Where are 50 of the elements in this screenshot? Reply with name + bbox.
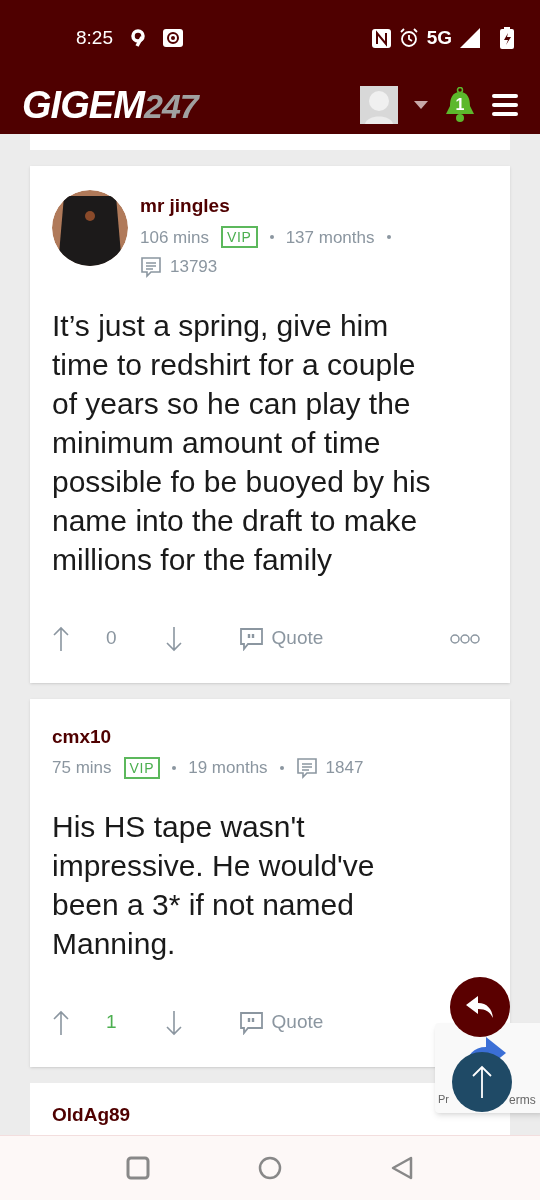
user-avatar[interactable]	[52, 190, 128, 266]
dot-separator	[269, 235, 274, 240]
arrow-up-icon	[471, 1065, 493, 1099]
site-logo[interactable]: GIGEM247	[22, 86, 198, 124]
quote-button[interactable]: Quote	[238, 1008, 324, 1037]
member-tenure: 137 months	[285, 226, 375, 249]
privacy-link[interactable]: Pr	[438, 1091, 449, 1108]
screen-record-icon	[163, 29, 183, 47]
home-icon[interactable]	[258, 1156, 282, 1180]
dot-separator	[386, 235, 391, 240]
signal-icon	[460, 28, 480, 48]
post-count: 13793	[170, 256, 218, 278]
menu-icon[interactable]	[492, 94, 518, 116]
vote-score: 0	[106, 626, 117, 651]
alarm-icon	[398, 28, 419, 48]
author-name[interactable]: OldAg89	[52, 1103, 131, 1125]
member-tenure: 19 months	[188, 757, 268, 779]
app-notification-icon	[129, 29, 147, 47]
comment-icon	[295, 756, 318, 779]
comment-icon	[140, 255, 162, 278]
status-time: 8:25	[76, 25, 113, 50]
terms-link[interactable]: erms	[509, 1091, 536, 1109]
post-count: 1847	[325, 757, 364, 779]
post-age: 106 mins	[140, 226, 209, 249]
post-body: It’s just a spring, give him time to redshirt for a couple of years so he can play the minimum amount of time possible fo be buoyed by his name into the draft to make millions for the family	[52, 307, 432, 578]
author-name[interactable]: cmx10	[52, 722, 488, 751]
notification-count: 1	[454, 97, 466, 113]
vip-badge: VIP	[221, 226, 258, 249]
network-type: 5G	[426, 25, 452, 50]
battery-icon	[500, 27, 514, 49]
downvote-icon[interactable]	[164, 1009, 183, 1036]
author-name[interactable]: mr jingles	[140, 192, 440, 221]
post-body: His HS tape wasn't impressive. He would've been a 3* if not named Manning.	[52, 808, 376, 962]
quote-icon	[238, 626, 264, 651]
dot-separator	[279, 765, 284, 770]
nfc-icon	[371, 28, 391, 48]
vip-badge: VIP	[123, 756, 161, 779]
reply-icon	[466, 996, 494, 1018]
quote-button[interactable]: Quote	[238, 624, 324, 653]
more-options-icon[interactable]	[450, 633, 480, 644]
vote-score: 1	[106, 1010, 117, 1035]
downvote-icon[interactable]	[164, 625, 183, 652]
upvote-icon[interactable]	[52, 625, 70, 652]
back-icon[interactable]	[390, 1156, 414, 1180]
dot-separator	[172, 765, 177, 770]
caret-icon[interactable]	[414, 101, 428, 109]
post-age: 75 mins	[52, 757, 112, 779]
upvote-icon[interactable]	[52, 1009, 70, 1036]
recents-icon[interactable]	[126, 1156, 150, 1180]
quote-icon	[238, 1010, 264, 1035]
